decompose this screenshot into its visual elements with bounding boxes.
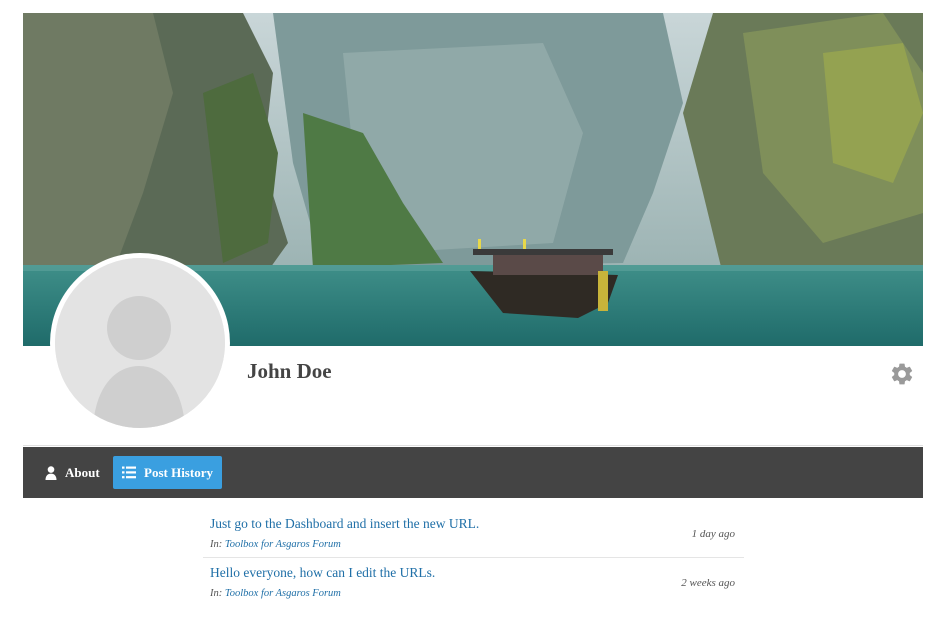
gear-icon <box>891 363 913 385</box>
profile-name: John Doe <box>247 359 332 383</box>
post-date: 2 weeks ago <box>681 577 735 589</box>
post-forum-link[interactable]: Toolbox for Asgaros Forum <box>225 539 341 550</box>
post-forum-link[interactable]: Toolbox for Asgaros Forum <box>225 588 341 599</box>
tab-about[interactable]: About <box>39 456 106 489</box>
header-divider <box>23 445 923 446</box>
post-in-label: In: <box>210 539 223 550</box>
post-history-list: Just go to the Dashboard and insert the … <box>203 509 744 606</box>
post-forum-info: In: Toolbox for Asgaros Forum <box>210 539 341 550</box>
profile-nav: About Post History <box>23 447 923 498</box>
tab-about-label: About <box>65 464 100 480</box>
user-silhouette-icon <box>55 258 225 428</box>
settings-button[interactable] <box>889 361 915 387</box>
post-forum-info: In: Toolbox for Asgaros Forum <box>210 588 341 599</box>
tab-post-history[interactable]: Post History <box>113 456 222 489</box>
tab-post-history-label: Post History <box>144 464 213 480</box>
post-date: 1 day ago <box>691 528 735 540</box>
list-item: Hello everyone, how can I edit the URLs.… <box>203 557 744 606</box>
avatar <box>55 258 225 428</box>
user-icon <box>45 465 57 480</box>
list-item: Just go to the Dashboard and insert the … <box>203 509 744 557</box>
post-title-link[interactable]: Hello everyone, how can I edit the URLs. <box>210 565 435 581</box>
post-in-label: In: <box>210 588 223 599</box>
post-title-link[interactable]: Just go to the Dashboard and insert the … <box>210 516 479 532</box>
list-icon <box>122 466 136 479</box>
